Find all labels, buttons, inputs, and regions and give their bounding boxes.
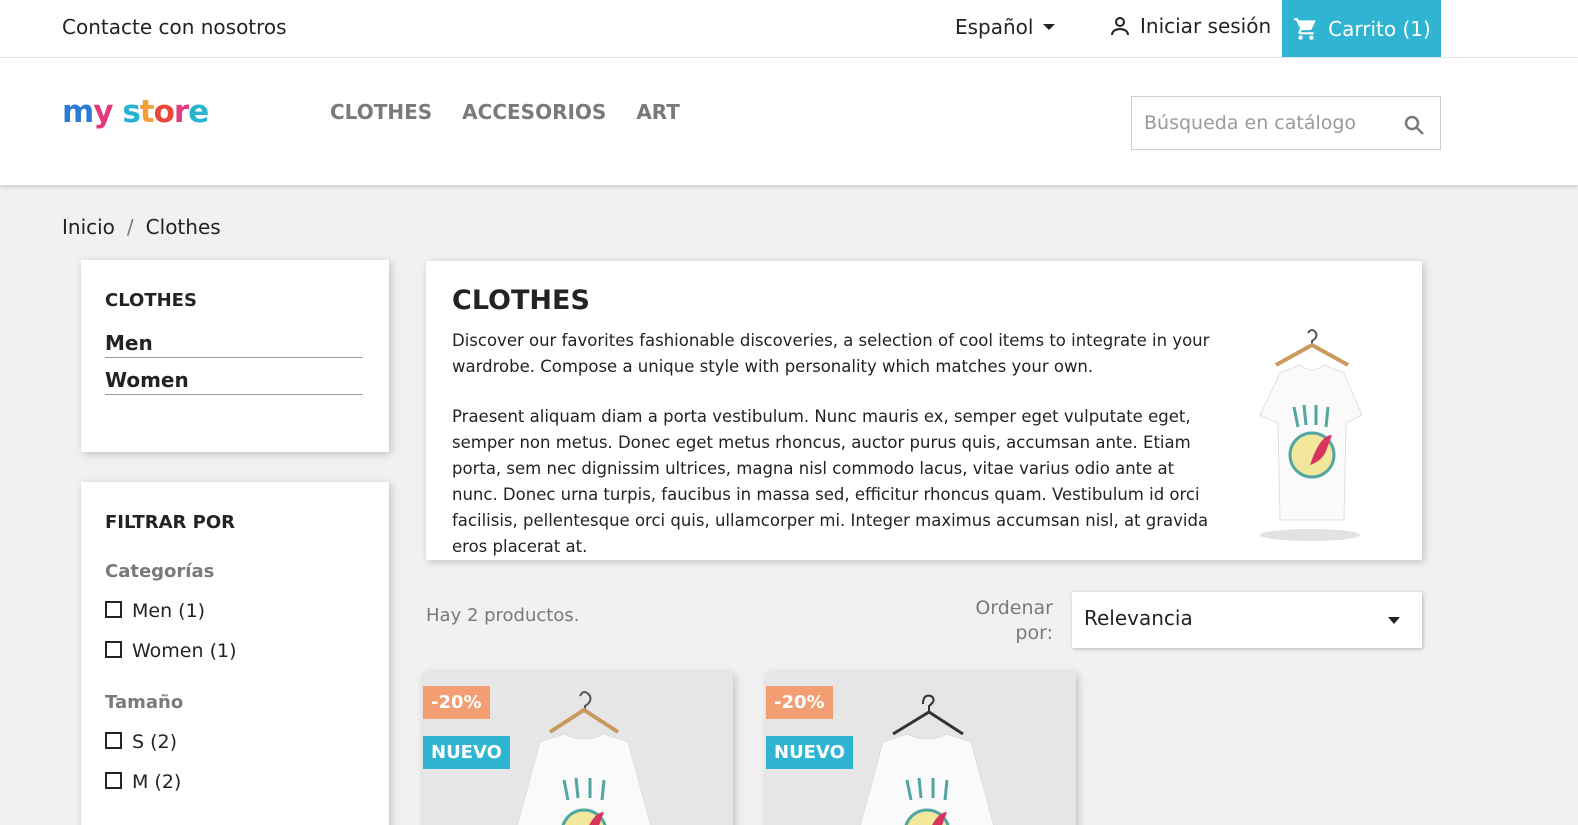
search-icon[interactable] <box>1402 113 1426 137</box>
contact-link[interactable]: Contacte con nosotros <box>62 15 287 39</box>
facet-size: Tamaño S (2) M (2) <box>105 692 365 793</box>
category-tree-title[interactable]: Clothes <box>105 290 365 311</box>
sort-label: Ordenar por: <box>975 597 1053 644</box>
user-icon <box>1111 17 1129 36</box>
facet-option-label: Men (1) <box>132 600 206 622</box>
caret-down-icon <box>1043 24 1056 30</box>
facet-option[interactable]: Women (1) <box>105 640 365 662</box>
product-image <box>516 691 652 825</box>
sort-value: Relevancia <box>1084 606 1193 630</box>
checkbox[interactable] <box>105 600 122 618</box>
breadcrumb-home[interactable]: Inicio <box>62 215 115 239</box>
language-selector[interactable]: Español <box>955 15 1056 39</box>
menu-item-clothes[interactable]: Clothes <box>330 100 432 124</box>
facet-option-label: Women (1) <box>132 640 237 662</box>
menu-item-art[interactable]: Art <box>636 100 680 124</box>
page-title: Clothes <box>452 285 590 316</box>
header: my store Clothes Accesorios Art <box>0 58 1578 185</box>
category-desc-2: Praesent aliquam diam a porta vestibulum… <box>452 407 1209 556</box>
discount-badge: -20% <box>766 686 833 719</box>
cart-button[interactable]: Carrito (1) <box>1282 0 1441 57</box>
facet-title: Categorías <box>105 561 215 582</box>
checkbox[interactable] <box>105 640 122 658</box>
sort-dropdown[interactable]: Relevancia <box>1072 592 1422 648</box>
new-badge: Nuevo <box>423 736 510 769</box>
search-input[interactable] <box>1132 97 1382 149</box>
product-card[interactable]: -20% Nuevo <box>766 672 1076 825</box>
category-image <box>1259 329 1363 541</box>
facet-option[interactable]: Men (1) <box>105 600 365 622</box>
signin-link[interactable]: Iniciar sesión <box>1108 14 1271 38</box>
new-badge: Nuevo <box>766 736 853 769</box>
filter-panel: Filtrar por Categorías Men (1) Women (1)… <box>81 482 389 825</box>
facet-option[interactable]: S (2) <box>105 731 365 753</box>
cart-label: Carrito (1) <box>1328 16 1431 41</box>
filter-title: Filtrar por <box>105 512 236 533</box>
top-nav: Contacte con nosotros Español Iniciar se… <box>0 0 1578 58</box>
menu-item-accesorios[interactable]: Accesorios <box>462 100 606 124</box>
checkbox[interactable] <box>105 771 122 789</box>
signin-label: Iniciar sesión <box>1140 14 1272 38</box>
category-desc-1: Discover our favorites fashionable disco… <box>452 331 1210 376</box>
product-image <box>859 694 995 825</box>
search-box <box>1131 96 1441 150</box>
caret-down-icon <box>1388 617 1400 624</box>
breadcrumb-separator: / <box>126 215 134 239</box>
subcategory-women[interactable]: Women <box>105 368 363 395</box>
facet-option-label: M (2) <box>132 771 182 793</box>
subcategory-men[interactable]: Men <box>105 331 363 358</box>
facet-categories: Categorías Men (1) Women (1) <box>105 561 365 662</box>
breadcrumb: Inicio / Clothes <box>62 215 221 239</box>
store-logo[interactable]: my store <box>62 94 209 130</box>
product-count: Hay 2 productos. <box>426 605 580 626</box>
cart-icon <box>1294 17 1316 40</box>
facet-option-label: S (2) <box>132 731 178 753</box>
breadcrumb-current[interactable]: Clothes <box>146 215 221 239</box>
category-tree: Clothes Men Women <box>81 260 389 452</box>
checkbox[interactable] <box>105 731 122 749</box>
facet-option[interactable]: M (2) <box>105 771 365 793</box>
facet-title: Tamaño <box>105 692 184 713</box>
product-card[interactable]: -20% Nuevo <box>423 672 733 825</box>
language-label: Español <box>955 15 1034 39</box>
main-menu: Clothes Accesorios Art <box>330 100 680 124</box>
discount-badge: -20% <box>423 686 490 719</box>
